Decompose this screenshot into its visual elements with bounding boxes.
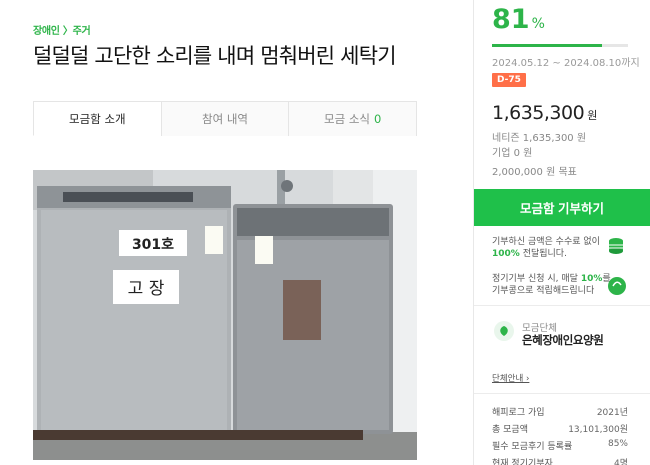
sign-room-text: 301호 (132, 237, 174, 253)
sign-broken-text: 고 장 (128, 279, 165, 299)
donation-sidebar: 81% 2024.05.12 ~ 2024.08.10까지 D-75 1,635… (474, 0, 650, 465)
tab-participation[interactable]: 참여 내역 (160, 101, 289, 136)
regular-info-text-3: 기부콩으로 적립해드립니다 (492, 286, 595, 296)
stat-label: 현재 정기기부자 (492, 459, 553, 465)
stat-value: 2021년 (596, 408, 628, 418)
stat-row: 현재 정기기부자 4명 (492, 456, 628, 465)
coin-stack-icon (609, 238, 623, 254)
photo-illustration: 301호 고 장 (33, 170, 417, 460)
tab-news-label: 모금 소식 (324, 112, 370, 126)
sidebar-divider (474, 305, 650, 306)
stat-row: 해피로그 가입 2021년 (492, 405, 628, 418)
stat-label: 해피로그 가입 (492, 408, 545, 418)
stat-label: 필수 모금후기 등록률 (492, 442, 573, 452)
tab-intro[interactable]: 모금함 소개 (33, 101, 161, 136)
tab-news[interactable]: 모금 소식 0 (288, 101, 418, 136)
washing-machine-photo: 301호 고 장 (33, 170, 417, 460)
main-column: 장애인 〉주거 덜덜덜 고단한 소리를 내며 멈춰버린 세탁기 모금함 소개 참… (0, 0, 474, 465)
progress-bar (492, 44, 628, 47)
tab-participation-label: 참여 내역 (202, 112, 248, 126)
stat-label: 총 모금액 (492, 425, 528, 435)
fee-info-text-1: 기부하신 금액은 수수료 없이 (492, 237, 600, 247)
regular-info-highlight: 10% (580, 274, 603, 284)
netizen-amount: 네티즌 1,635,300 원 (492, 133, 587, 144)
sidebar-divider-2 (474, 393, 650, 394)
donate-button[interactable]: 모금함 기부하기 (474, 189, 650, 226)
stat-row: 총 모금액 13,101,300원 (492, 422, 628, 435)
progress-percent-unit: % (531, 16, 545, 32)
stat-row: 필수 모금후기 등록률 85% (492, 439, 628, 452)
tab-news-count: 0 (374, 112, 382, 126)
fee-info-text-2: 전달됩니다. (522, 249, 567, 259)
page-title: 덜덜덜 고단한 소리를 내며 멈춰버린 세탁기 (33, 44, 397, 68)
category-breadcrumb[interactable]: 장애인 〉주거 (33, 22, 91, 37)
bean-icon (608, 277, 626, 295)
raised-amount: 1,635,300 원 (492, 102, 597, 124)
company-amount: 기업 0 원 (492, 148, 533, 159)
organization-logo (494, 321, 514, 341)
regular-info-text-1: 정기기부 신청 시, 매달 (492, 274, 578, 284)
tab-bar: 모금함 소개 참여 내역 모금 소식 0 (33, 101, 418, 136)
stat-value: 13,101,300원 (568, 425, 628, 435)
progress-percent-value: 81 (492, 4, 530, 35)
raised-amount-value: 1,635,300 (492, 102, 585, 124)
stat-value: 4명 (613, 459, 628, 465)
organization-name[interactable]: 은혜장애인요양원 (522, 332, 604, 348)
stat-value: 85% (607, 439, 628, 449)
goal-amount: 2,000,000 원 목표 (492, 167, 577, 178)
tab-intro-label: 모금함 소개 (69, 111, 126, 126)
fee-info-highlight: 100% (492, 249, 520, 259)
raised-amount-unit: 원 (587, 109, 597, 122)
leaf-icon (500, 326, 508, 336)
progress-bar-fill (492, 44, 603, 47)
progress-percent: 81% (492, 4, 545, 35)
campaign-period: 2024.05.12 ~ 2024.08.10까지 (492, 58, 640, 69)
dday-badge: D-75 (492, 73, 526, 87)
organization-info-link[interactable]: 단체안내 › (492, 372, 529, 384)
